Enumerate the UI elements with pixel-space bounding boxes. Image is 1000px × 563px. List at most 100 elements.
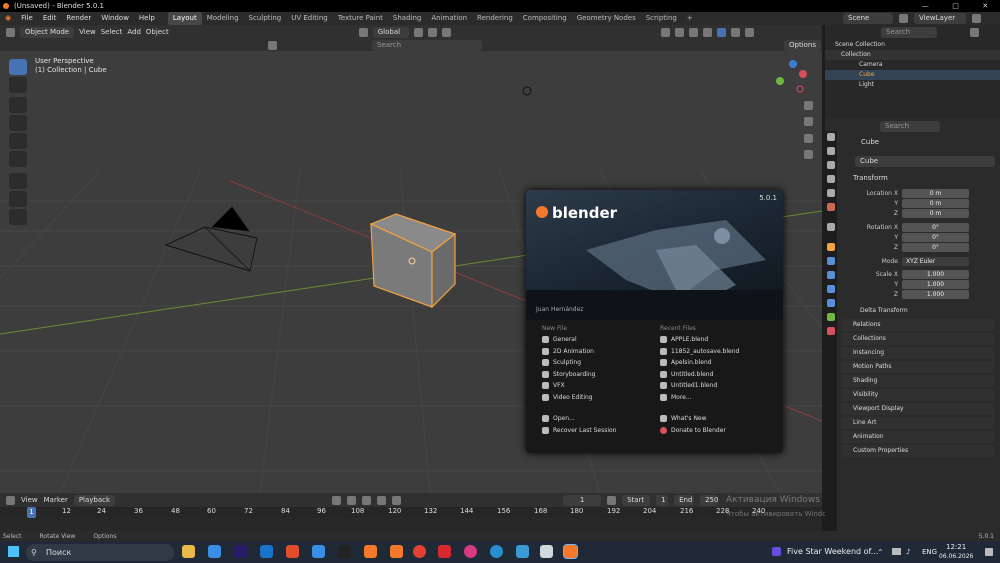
maximize-icon[interactable]: □ [952, 0, 959, 12]
open-button[interactable]: Open... [542, 413, 652, 425]
proportional-edit-icon[interactable] [441, 27, 451, 37]
tab-modeling[interactable]: Modeling [202, 12, 244, 25]
yandex-icon[interactable] [286, 545, 299, 558]
timeline-area[interactable] [0, 518, 822, 531]
measure-tool[interactable] [9, 191, 27, 207]
playhead[interactable]: 1 [27, 507, 36, 518]
app-icon[interactable] [540, 545, 553, 558]
object-tab-icon[interactable] [827, 243, 835, 251]
ortho-grid-icon[interactable] [804, 150, 813, 159]
cursor-tool[interactable] [9, 77, 27, 93]
more-files-button[interactable]: More... [660, 392, 775, 404]
menu-window[interactable]: Window [96, 12, 134, 25]
playback-dropdown[interactable]: Playback [73, 494, 116, 506]
play-icon[interactable] [362, 495, 372, 505]
timeline-menu-marker[interactable]: Marker [44, 496, 68, 504]
notification-center-icon[interactable] [985, 548, 993, 556]
outliner-light[interactable]: Light [825, 80, 1000, 90]
physics-tab-icon[interactable] [827, 285, 835, 293]
new-view-layer-icon[interactable] [972, 14, 981, 23]
minimize-icon[interactable]: — [922, 0, 929, 12]
panel-instancing[interactable]: Instancing [841, 347, 995, 359]
viewport-menu-view[interactable]: View [79, 28, 96, 36]
options-dropdown[interactable]: Options [784, 40, 822, 51]
new-scene-icon[interactable] [899, 14, 908, 23]
collection-tab-icon[interactable] [827, 223, 835, 231]
close-icon[interactable]: ✕ [982, 0, 988, 12]
tab-animation[interactable]: Animation [426, 12, 472, 25]
annotate-tool[interactable] [9, 173, 27, 189]
app-icon[interactable] [464, 545, 477, 558]
terminal-icon[interactable] [338, 545, 351, 558]
panel-collections[interactable]: Collections [841, 333, 995, 345]
outlook-icon[interactable] [260, 545, 273, 558]
location-x-field[interactable]: 0 m [902, 189, 969, 198]
scale-tool[interactable] [9, 133, 27, 149]
recent-file[interactable]: Apelsin.blend [660, 357, 775, 369]
menu-file[interactable]: File [16, 12, 38, 25]
shading-wireframe-icon[interactable] [702, 27, 712, 37]
orientation-dropdown[interactable]: Global [372, 26, 409, 38]
tab-shading[interactable]: Shading [388, 12, 426, 25]
panel-line-art[interactable]: Line Art [841, 417, 995, 429]
outliner-scene-collection[interactable]: Scene Collection [825, 40, 1000, 50]
shading-rendered-icon[interactable] [744, 27, 754, 37]
whats-new-button[interactable]: What's New [660, 413, 775, 425]
clock-time[interactable]: 12:21 [946, 543, 966, 551]
rotation-y-field[interactable]: 0° [902, 233, 969, 242]
panel-shading[interactable]: Shading [841, 375, 995, 387]
preview-range-icon[interactable] [607, 495, 617, 505]
tray-chevron-icon[interactable]: ⌃ [877, 548, 884, 557]
jump-end-icon[interactable] [377, 495, 387, 505]
panel-animation[interactable]: Animation [841, 431, 995, 443]
camera-view-icon[interactable] [804, 134, 813, 143]
language-indicator[interactable]: ENG [922, 548, 937, 556]
recent-file[interactable]: Untitled1.blend [660, 380, 775, 392]
blender-taskbar-icon-2[interactable] [390, 545, 403, 558]
tab-scripting[interactable]: Scripting [641, 12, 682, 25]
object-datablock[interactable]: Cube [855, 156, 995, 167]
app-icon[interactable] [516, 545, 529, 558]
battery-icon[interactable] [892, 548, 901, 555]
clock-date[interactable]: 06.06.2026 [939, 553, 973, 560]
edge-icon[interactable] [490, 545, 503, 558]
new-vfx[interactable]: VFX [542, 380, 652, 392]
material-tab-icon[interactable] [827, 327, 835, 335]
menu-help[interactable]: Help [134, 12, 160, 25]
outliner-camera[interactable]: Camera [825, 60, 1000, 70]
constraints-tab-icon[interactable] [827, 299, 835, 307]
snap-icon[interactable] [427, 27, 437, 37]
jump-start-icon[interactable] [347, 495, 357, 505]
premiere-icon[interactable] [234, 545, 247, 558]
render-tab-icon[interactable] [827, 147, 835, 155]
tab-texture-paint[interactable]: Texture Paint [333, 12, 388, 25]
add-workspace-button[interactable]: + [682, 12, 698, 25]
scene-tab-icon[interactable] [827, 189, 835, 197]
panel-visibility[interactable]: Visibility [841, 389, 995, 401]
app-icon[interactable] [438, 545, 451, 558]
modifiers-tab-icon[interactable] [827, 257, 835, 265]
location-y-field[interactable]: 0 m [902, 199, 969, 208]
new-storyboarding[interactable]: Storyboarding [542, 369, 652, 381]
tab-uv-editing[interactable]: UV Editing [286, 12, 333, 25]
tab-geometry-nodes[interactable]: Geometry Nodes [572, 12, 641, 25]
editor-type-icon[interactable] [6, 495, 15, 505]
rotation-z-field[interactable]: 0° [902, 243, 969, 252]
add-cube-tool[interactable] [9, 209, 27, 225]
panel-relations[interactable]: Relations [841, 319, 995, 331]
blender-active-icon[interactable] [563, 544, 578, 559]
volume-icon[interactable]: ♪ [906, 548, 910, 556]
menu-render[interactable]: Render [61, 12, 96, 25]
transform-tool[interactable] [9, 151, 27, 167]
tab-sculpting[interactable]: Sculpting [244, 12, 287, 25]
tool-tab-icon[interactable] [827, 133, 835, 141]
blender-taskbar-icon[interactable] [364, 545, 377, 558]
particles-tab-icon[interactable] [827, 271, 835, 279]
tab-compositing[interactable]: Compositing [518, 12, 572, 25]
timeline-ruler[interactable]: 1 12 24 36 48 60 72 84 96 108 120 132 14… [0, 507, 822, 518]
start-frame-field[interactable]: 1 [656, 494, 669, 506]
current-frame-field[interactable]: 1 [563, 494, 602, 506]
calculator-icon[interactable] [312, 545, 325, 558]
shading-solid-icon[interactable] [716, 27, 726, 37]
end-frame-field[interactable]: 250 [700, 494, 718, 506]
